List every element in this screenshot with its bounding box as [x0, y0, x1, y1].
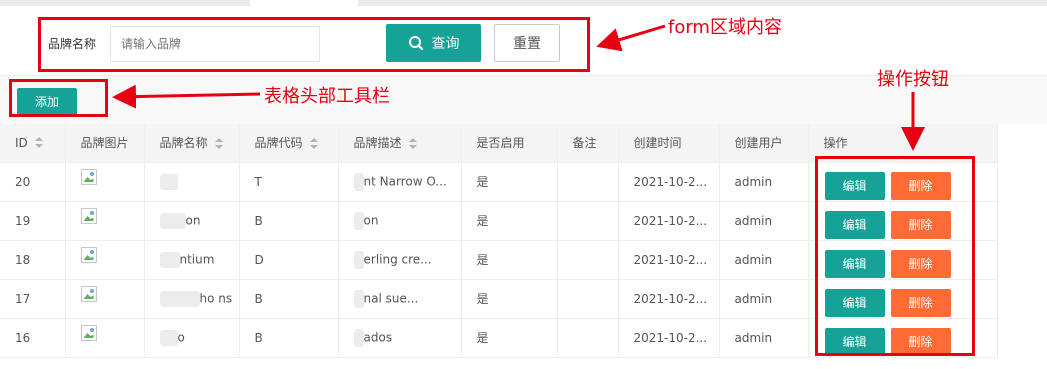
toolbar-arrow: [112, 84, 261, 109]
annotation-arrows: [112, 24, 925, 151]
form-arrow: [596, 24, 666, 52]
page: 品牌名称 查询 重置 添加 ID品牌图片品牌名称品牌代码品牌描述是否启用备注创建: [0, 0, 1047, 369]
